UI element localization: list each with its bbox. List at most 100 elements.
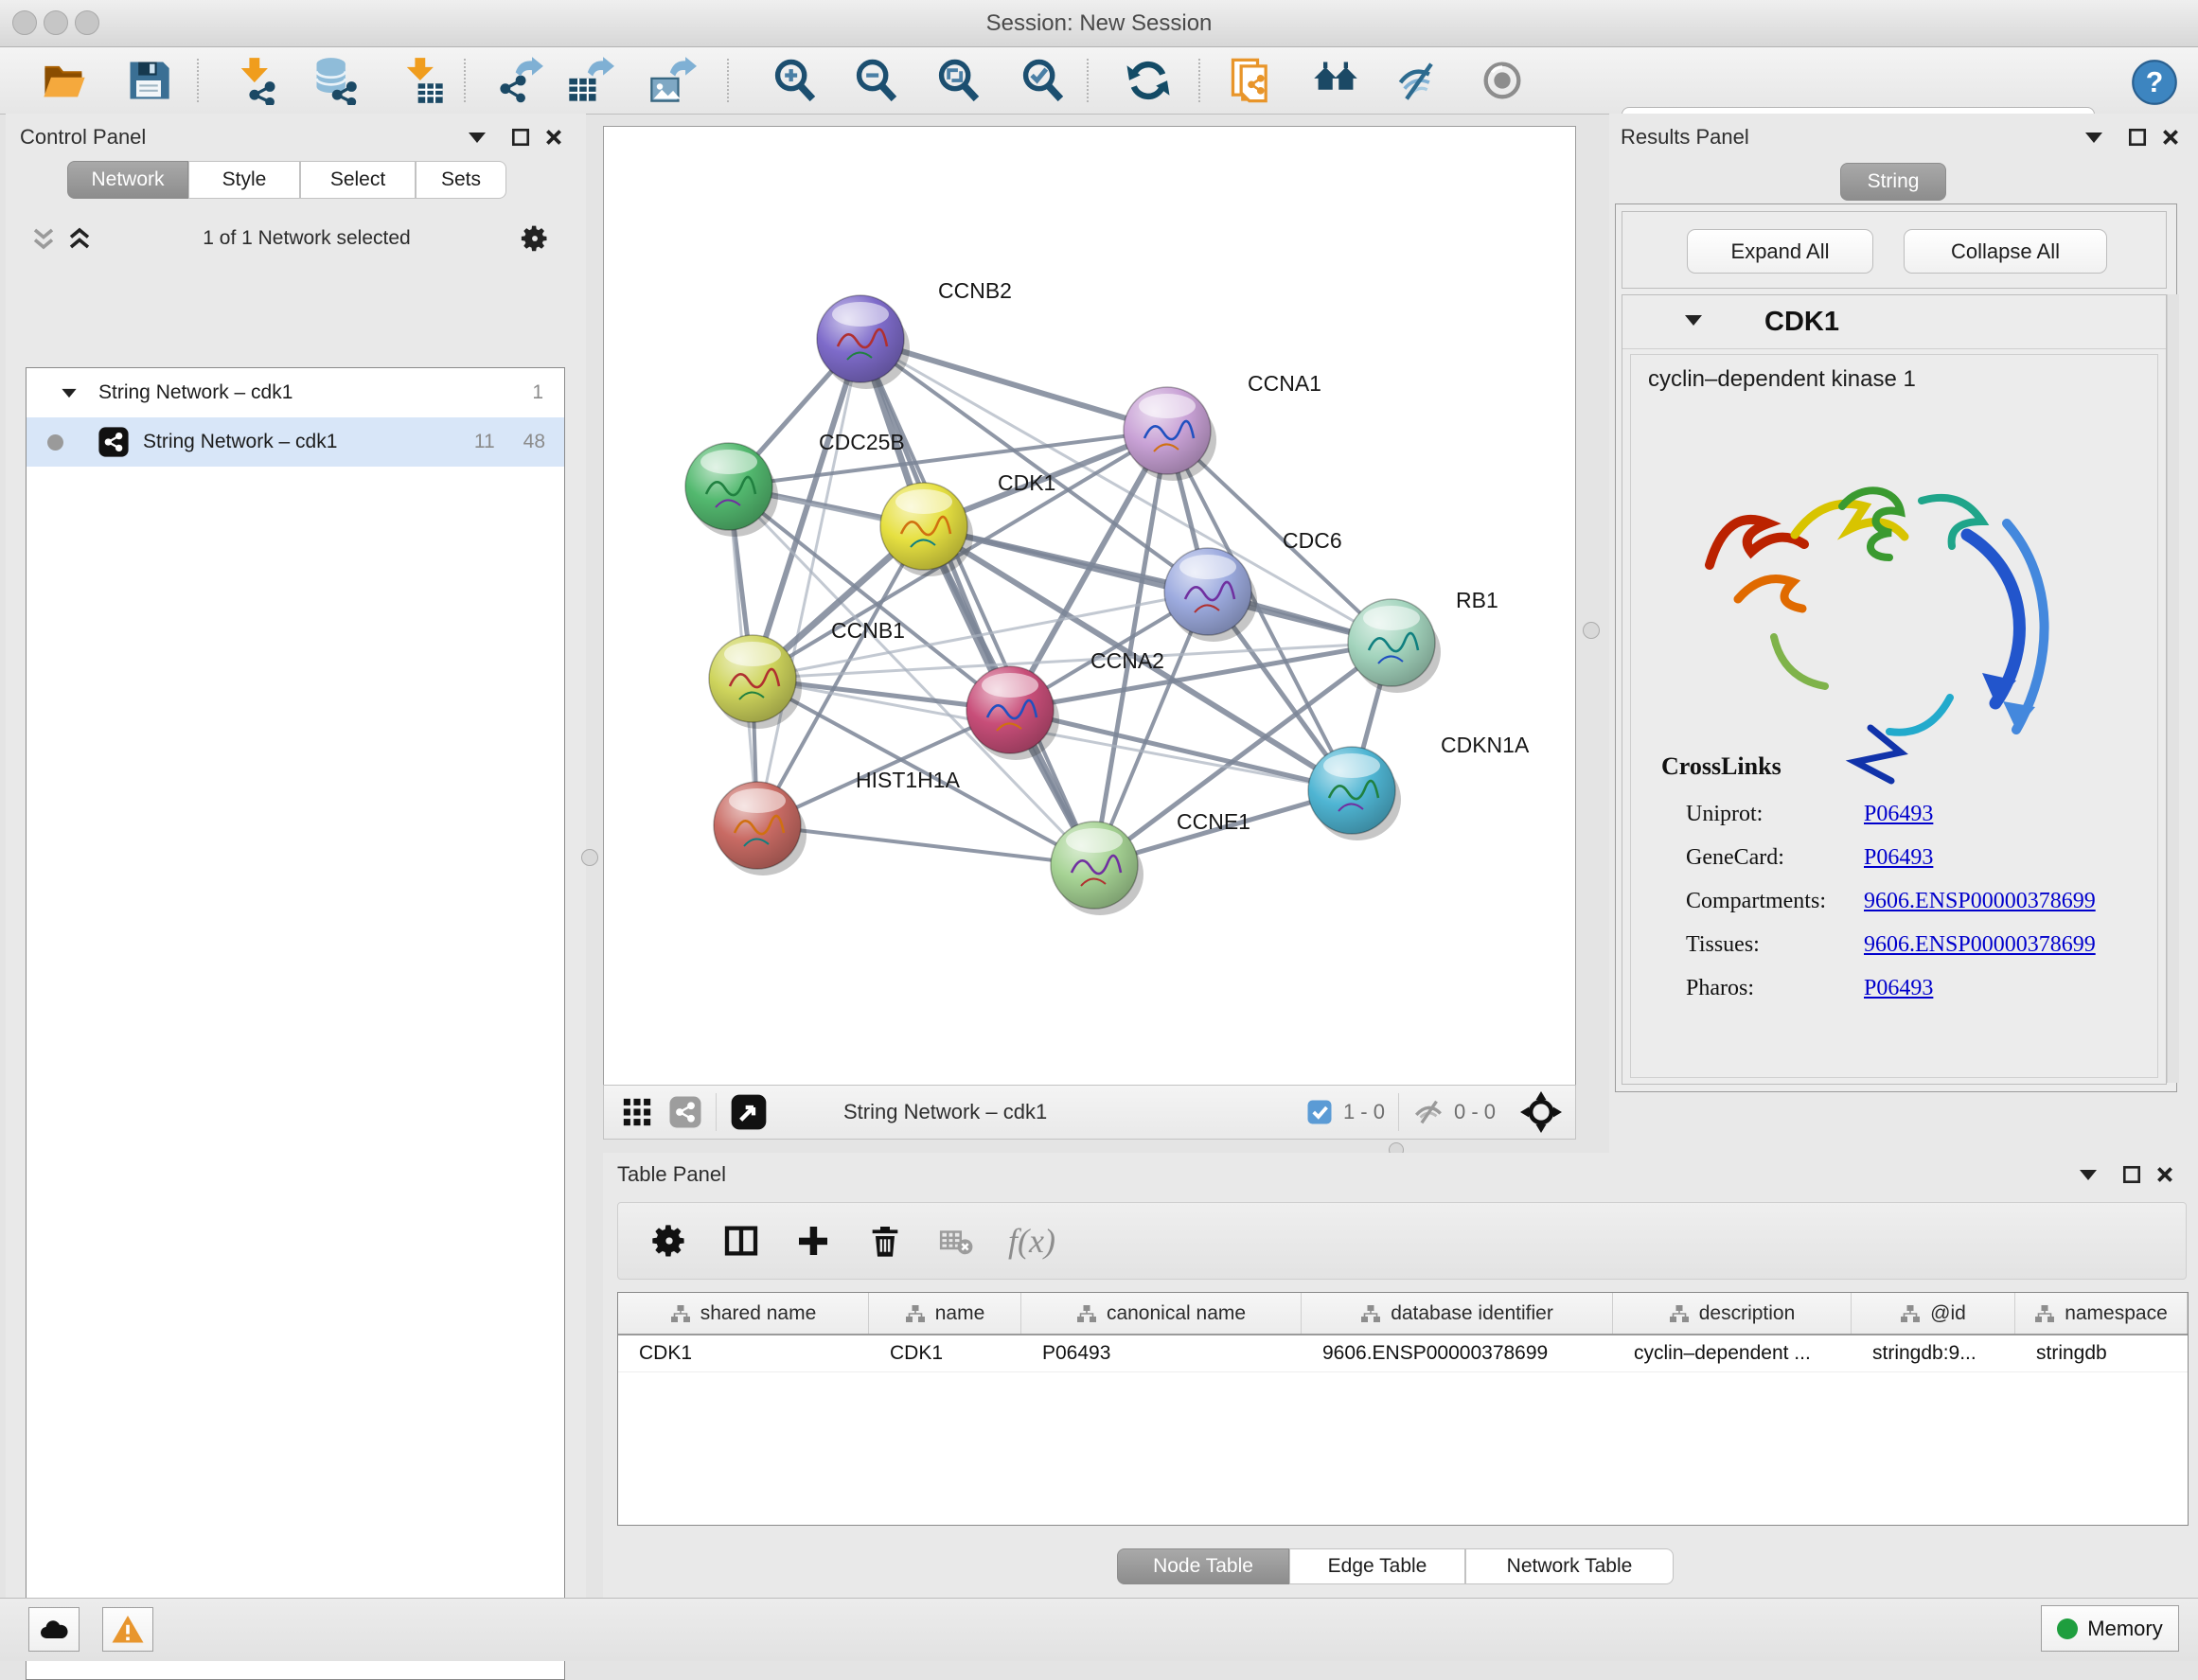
export-table-icon[interactable] [565,56,614,105]
network-row-selected[interactable]: String Network – cdk1 11 48 [27,417,564,467]
genecard-link[interactable]: P06493 [1864,836,1933,879]
export-network-icon[interactable] [495,56,544,105]
node-label-CDC25B: CDC25B [819,430,905,454]
delete-column-trash-icon[interactable] [866,1222,904,1260]
zoom-fit-icon[interactable] [934,56,984,105]
table-settings-gear-icon[interactable] [650,1222,688,1260]
cell[interactable]: P06493 [1021,1342,1302,1365]
import-network-icon[interactable] [232,56,281,105]
string-home-icon[interactable] [1311,56,1360,105]
expand-all-icon[interactable] [65,224,94,253]
network-node-CDC6[interactable] [1164,548,1257,642]
collapse-all-icon[interactable] [29,224,58,253]
column-header-database-identifier[interactable]: database identifier [1302,1293,1613,1334]
cell[interactable]: CDK1 [869,1342,1021,1365]
zoom-in-icon[interactable] [771,56,820,105]
network-node-CCNA1[interactable] [1124,387,1216,481]
cell[interactable]: cyclin–dependent ... [1613,1342,1852,1365]
close-table-panel-icon[interactable] [2154,1164,2175,1185]
show-glass-ball-effect-icon[interactable] [1478,56,1527,105]
tab-select[interactable]: Select [300,161,416,199]
refresh-view-icon[interactable] [1124,56,1173,105]
results-panel-menu-icon[interactable] [2085,131,2102,148]
network-node-RB1[interactable] [1348,599,1441,693]
tab-node-table[interactable]: Node Table [1117,1548,1289,1584]
expand-all-button[interactable]: Expand All [1687,229,1873,274]
zoom-out-icon[interactable] [852,56,901,105]
zoom-selected-icon[interactable] [1019,56,1068,105]
cell[interactable]: CDK1 [618,1342,869,1365]
network-node-CDK1[interactable] [880,483,973,576]
column-header-namespace[interactable]: namespace [2015,1293,2188,1334]
tab-sets[interactable]: Sets [416,161,506,199]
warning-button[interactable] [102,1607,153,1652]
compartments-link[interactable]: 9606.ENSP00000378699 [1864,879,2096,923]
left-splitter-handle[interactable] [581,849,598,866]
network-node-CDC25B[interactable] [685,443,778,537]
close-panel-icon[interactable] [543,127,564,148]
column-header-description[interactable]: description [1613,1293,1852,1334]
float-table-panel-icon[interactable] [2121,1164,2142,1185]
close-results-panel-icon[interactable] [2160,127,2181,148]
export-image-icon[interactable] [647,56,697,105]
network-node-HIST1H1A[interactable] [714,782,807,875]
tab-network[interactable]: Network [67,161,188,199]
network-node-CDKN1A[interactable] [1308,747,1401,840]
birds-eye-view-icon[interactable] [730,1093,768,1131]
network-edge-CCNB2-HIST1H1A[interactable] [757,339,860,825]
right-splitter-handle[interactable] [1583,622,1600,639]
collapse-all-button[interactable]: Collapse All [1904,229,2107,274]
string-import-documents-icon[interactable] [1227,56,1276,105]
import-table-icon[interactable] [398,56,447,105]
network-edge-HIST1H1A-CCNE1[interactable] [757,825,1094,865]
cloud-button[interactable] [28,1607,80,1652]
cell[interactable]: 9606.ENSP00000378699 [1302,1342,1613,1365]
grid-view-icon[interactable] [621,1096,653,1128]
string-enhance-labels-icon[interactable] [1394,56,1444,105]
column-header-name[interactable]: name [869,1293,1021,1334]
tab-string[interactable]: String [1840,163,1946,201]
cell[interactable]: stringdb [2015,1342,2188,1365]
open-session-icon[interactable] [40,56,89,105]
network-canvas[interactable]: CCNB2CCNA1CDC25BCDK1CDC6RB1CCNB1CCNA2CDK… [603,126,1576,1086]
gene-header[interactable]: CDK1 [1622,295,2166,349]
column-header--id[interactable]: @id [1852,1293,2015,1334]
cell[interactable]: stringdb:9... [1852,1342,2015,1365]
memory-button[interactable]: Memory [2041,1605,2179,1652]
control-panel-menu-icon[interactable] [469,131,486,148]
table-panel-menu-icon[interactable] [2080,1168,2097,1185]
tab-edge-table[interactable]: Edge Table [1289,1548,1465,1584]
selected-checkbox-icon[interactable] [1305,1098,1334,1126]
float-panel-icon[interactable] [510,127,531,148]
crosslink-row: Tissues:9606.ENSP00000378699 [1686,923,2140,966]
save-session-icon[interactable] [124,56,173,105]
delete-table-icon[interactable] [938,1223,974,1259]
gene-expander-icon[interactable] [1685,313,1702,330]
column-header-shared-name[interactable]: shared name [618,1293,869,1334]
crosslinks-list: Uniprot:P06493 GeneCard:P06493 Compartme… [1686,792,2140,1010]
fit-selected-crosshair-icon[interactable] [1520,1091,1562,1133]
network-share-view-icon[interactable] [668,1095,702,1129]
tab-network-table[interactable]: Network Table [1465,1548,1674,1584]
function-builder-icon[interactable]: f(x) [1008,1221,1055,1261]
collection-expander-icon[interactable] [61,381,78,404]
results-scrollbar[interactable] [2167,294,2179,1083]
import-network-from-database-icon[interactable] [310,56,360,105]
tab-style[interactable]: Style [188,161,300,199]
network-collection-row[interactable]: String Network – cdk1 1 [27,368,564,417]
network-node-CCNE1[interactable] [1051,822,1143,915]
uniprot-link[interactable]: P06493 [1864,792,1933,836]
table-row[interactable]: CDK1CDK1P064939606.ENSP00000378699cyclin… [618,1335,2188,1372]
add-column-icon[interactable] [794,1222,832,1260]
memory-status-icon [2057,1618,2078,1639]
expand-collapse-bar: Expand All Collapse All [1622,211,2167,289]
float-results-panel-icon[interactable] [2127,127,2148,148]
network-options-gear-icon[interactable] [520,223,550,254]
hidden-eye-slash-icon[interactable] [1412,1096,1445,1128]
pharos-link[interactable]: P06493 [1864,966,1933,1010]
table-toolbar: f(x) [617,1202,2187,1280]
help-icon[interactable]: ? [2130,58,2179,107]
tissues-link[interactable]: 9606.ENSP00000378699 [1864,923,2096,966]
column-header-canonical-name[interactable]: canonical name [1021,1293,1302,1334]
show-columns-icon[interactable] [722,1222,760,1260]
